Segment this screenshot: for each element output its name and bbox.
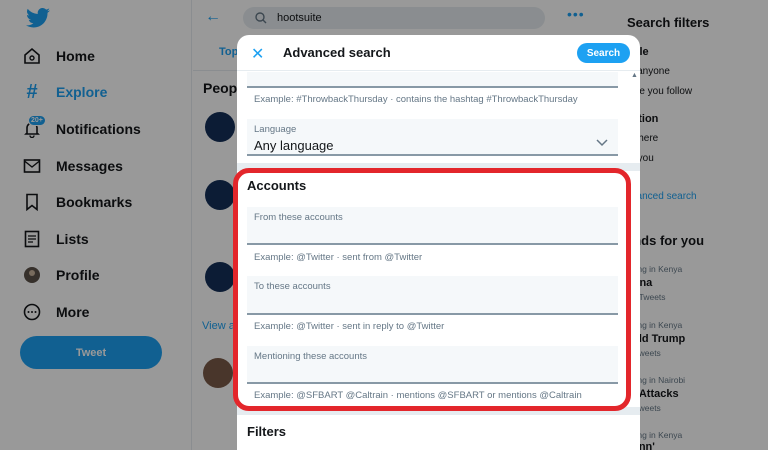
section-divider (237, 163, 640, 171)
accounts-heading: Accounts (247, 178, 307, 193)
mentioning-accounts-hint: Example: @SFBART @Caltrain · mentions @S… (254, 390, 582, 401)
search-button[interactable]: Search (577, 43, 630, 63)
to-accounts-field[interactable]: To these accounts (247, 276, 618, 315)
to-accounts-hint: Example: @Twitter · sent in reply to @Tw… (254, 321, 445, 332)
mentioning-accounts-field[interactable]: Mentioning these accounts (247, 346, 618, 384)
scroll-up-arrow-icon[interactable]: ▲ (631, 72, 638, 79)
hashtags-hint: Example: #ThrowbackThursday · contains t… (254, 94, 578, 105)
chevron-down-icon (596, 136, 608, 150)
hashtags-field[interactable] (247, 72, 618, 88)
from-accounts-hint: Example: @Twitter · sent from @Twitter (254, 252, 423, 263)
advanced-search-dialog: ✕ Advanced search Search ▲ Example: #Thr… (237, 35, 640, 450)
dialog-title: Advanced search (283, 45, 391, 60)
mentioning-accounts-label: Mentioning these accounts (254, 351, 368, 362)
section-divider (237, 407, 640, 415)
filters-heading: Filters (247, 424, 287, 439)
language-value: Any language (254, 138, 334, 153)
language-label: Language (254, 124, 297, 135)
from-accounts-field[interactable]: From these accounts (247, 207, 618, 245)
to-accounts-label: To these accounts (254, 281, 331, 292)
close-icon[interactable]: ✕ (251, 44, 264, 64)
dialog-header: ✕ Advanced search Search (237, 35, 640, 71)
from-accounts-label: From these accounts (254, 212, 343, 223)
language-select[interactable]: Language Any language (247, 119, 618, 156)
